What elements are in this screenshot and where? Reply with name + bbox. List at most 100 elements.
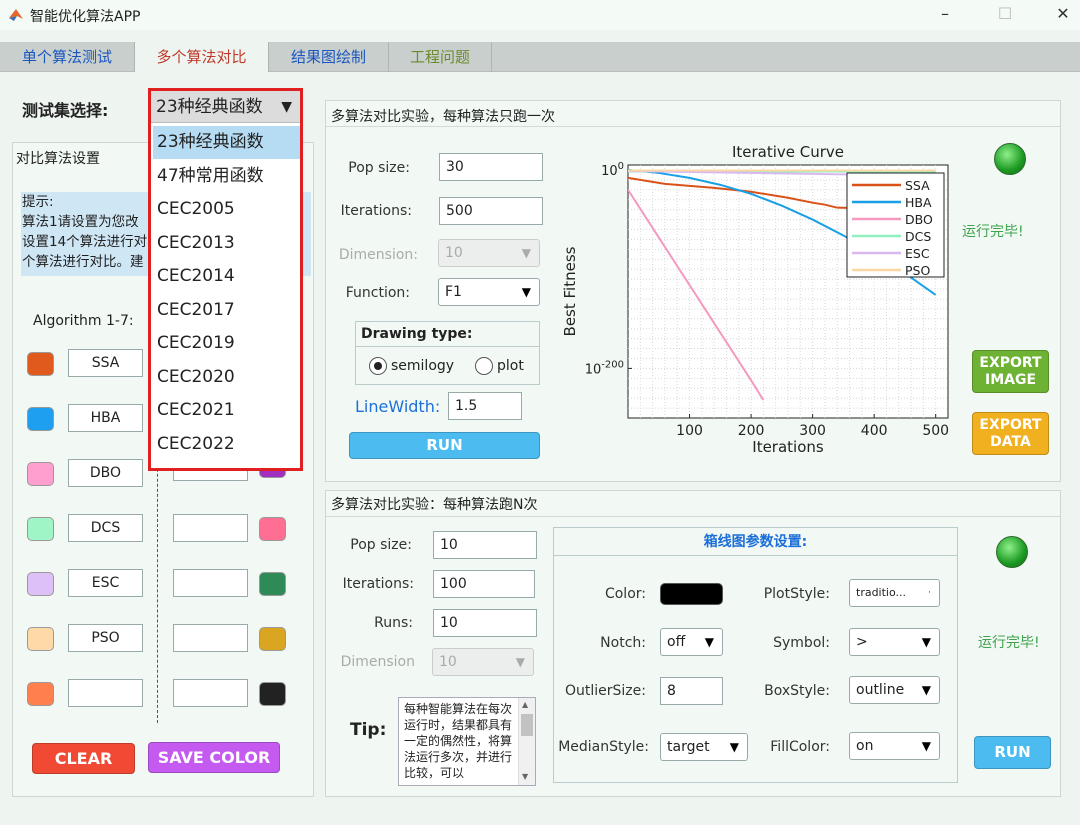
maximize-button[interactable]: ☐ <box>994 4 1016 24</box>
testset-option[interactable]: CEC2013 <box>153 227 300 260</box>
tab-multi-algorithm[interactable]: 多个算法对比 <box>135 42 269 72</box>
outlier-size-label: OutlierSize: <box>565 683 646 699</box>
testset-option[interactable]: CEC2020 <box>153 361 300 394</box>
algorithm-name-input[interactable]: DCS <box>68 514 143 542</box>
multi-dimension-select[interactable]: 10 ▼ <box>432 648 534 676</box>
multi-run-button[interactable]: RUN <box>974 736 1051 769</box>
x-tick-label: 300 <box>799 423 826 439</box>
plot-radio[interactable] <box>475 357 493 375</box>
scroll-down-icon[interactable]: ▼ <box>522 772 528 781</box>
fill-color-select[interactable]: on ▼ <box>849 732 940 760</box>
x-tick-label: 500 <box>922 423 949 439</box>
testset-dropdown[interactable]: 23种经典函数 ▼ 23种经典函数 47种常用函数 CEC2005 CEC2013 CEC… <box>148 88 303 471</box>
chevron-down-icon: ▼ <box>729 740 739 754</box>
algorithm-name-input[interactable] <box>68 679 143 707</box>
dimension-select[interactable]: 10 ▼ <box>438 239 540 267</box>
notch-select[interactable]: off ▼ <box>660 628 723 656</box>
scroll-thumb[interactable] <box>521 714 533 736</box>
testset-label: 测试集选择: <box>22 101 109 120</box>
single-status-lamp-icon <box>994 143 1026 175</box>
function-label: Function: <box>345 285 410 301</box>
testset-option[interactable]: CEC2021 <box>153 394 300 427</box>
single-run-title: 多算法对比实验，每种算法只跑一次 <box>331 109 555 125</box>
algorithm-name-input[interactable]: SSA <box>68 349 143 377</box>
algorithm-color-swatch[interactable] <box>27 407 54 431</box>
tab-engineering[interactable]: 工程问题 <box>389 42 492 72</box>
clear-button[interactable]: CLEAR <box>32 743 135 774</box>
linewidth-input[interactable]: 1.5 <box>448 392 522 420</box>
y-tick-label: 10-200 <box>585 359 624 377</box>
algorithm-color-swatch[interactable] <box>27 572 54 596</box>
algorithm-color-swatch[interactable] <box>259 627 286 651</box>
legend-label-ssa: SSA <box>905 178 930 193</box>
iterations-input[interactable]: 500 <box>439 197 543 225</box>
multi-iterations-label: Iterations: <box>342 576 414 592</box>
title-bar: 智能优化算法APP – ☐ ✕ <box>0 0 1080 30</box>
testset-option[interactable]: CEC2022 <box>153 428 300 461</box>
color-picker[interactable] <box>660 583 723 605</box>
save-color-button[interactable]: SAVE COLOR <box>148 742 280 773</box>
tip-textarea[interactable]: 每种智能算法在每次运行时，结果都具有一定的偶然性，将算法运行多次，并进行比较，可… <box>398 697 536 786</box>
multi-iterations-input[interactable]: 100 <box>433 570 535 598</box>
algorithm-color-swatch[interactable] <box>27 627 54 651</box>
algorithm-color-swatch[interactable] <box>27 352 54 376</box>
algorithm-name-input[interactable] <box>173 624 248 652</box>
median-style-label: MedianStyle: <box>558 739 649 755</box>
x-tick-label: 200 <box>738 423 765 439</box>
chevron-down-icon: ▼ <box>521 285 531 299</box>
semilogy-label: semilogy <box>391 358 455 374</box>
function-select[interactable]: F1 ▼ <box>438 278 540 306</box>
x-tick-label: 400 <box>861 423 888 439</box>
algorithm-color-swatch[interactable] <box>259 517 286 541</box>
single-run-button[interactable]: RUN <box>349 432 540 459</box>
outlier-size-input[interactable]: 8 <box>660 677 723 705</box>
pop-size-input[interactable]: 30 <box>439 153 543 181</box>
testset-option[interactable]: 47种常用函数 <box>153 160 300 193</box>
algorithm-color-swatch[interactable] <box>27 462 54 486</box>
export-image-button[interactable]: EXPORT IMAGE <box>972 350 1049 393</box>
plotstyle-value: traditio... <box>856 586 907 599</box>
median-style-value: target <box>667 739 710 755</box>
multi-pop-size-input[interactable]: 10 <box>433 531 537 559</box>
testset-option[interactable]: CEC2017 <box>153 294 300 327</box>
close-button[interactable]: ✕ <box>1052 4 1074 24</box>
algorithm-name-input[interactable] <box>173 514 248 542</box>
runs-input[interactable]: 10 <box>433 609 537 637</box>
algorithm-name-input[interactable] <box>173 569 248 597</box>
median-style-select[interactable]: target ▼ <box>660 733 748 761</box>
drawing-type-title: Drawing type: <box>361 326 473 342</box>
algorithm-name-input[interactable]: ESC <box>68 569 143 597</box>
y-tick-label: 100 <box>601 161 624 179</box>
algorithm-name-input[interactable]: DBO <box>68 459 143 487</box>
testset-option[interactable]: CEC2019 <box>153 327 300 360</box>
tab-result-plot[interactable]: 结果图绘制 <box>269 42 389 72</box>
multi-dimension-label: Dimension <box>340 654 415 670</box>
plotstyle-select[interactable]: traditio... · <box>849 579 940 607</box>
multi-status-lamp-icon <box>996 536 1028 568</box>
testset-option[interactable]: CEC2014 <box>153 260 300 293</box>
iterative-curve-chart: 100 200 300 400 500 100 10-200 Iterative Curve I… <box>558 143 958 465</box>
export-data-button[interactable]: EXPORT DATA <box>972 412 1049 455</box>
algorithm-color-swatch[interactable] <box>27 682 54 706</box>
color-label: Color: <box>604 586 646 602</box>
symbol-select[interactable]: > ▼ <box>849 628 940 656</box>
minimize-button[interactable]: – <box>934 4 956 24</box>
algorithm-color-swatch[interactable] <box>259 682 286 706</box>
algorithm-name-input[interactable] <box>173 679 248 707</box>
algorithm-name-input[interactable]: PSO <box>68 624 143 652</box>
scroll-up-icon[interactable]: ▲ <box>522 700 528 709</box>
algorithm-name-input[interactable]: HBA <box>68 404 143 432</box>
semilogy-radio[interactable] <box>369 357 387 375</box>
testset-option[interactable]: CEC2005 <box>153 193 300 226</box>
testset-option[interactable]: 23种经典函数 <box>153 126 300 159</box>
symbol-label: Symbol: <box>773 635 830 651</box>
dimension-value: 10 <box>445 245 463 261</box>
algorithm-color-swatch[interactable] <box>27 517 54 541</box>
boxstyle-select[interactable]: outline ▼ <box>849 676 940 704</box>
tab-single-algorithm[interactable]: 单个算法测试 <box>0 42 135 72</box>
tip-scrollbar[interactable]: ▲ ▼ <box>518 698 535 785</box>
testset-select[interactable]: 23种经典函数 ▼ <box>151 91 300 123</box>
algorithm-color-swatch[interactable] <box>259 572 286 596</box>
algorithm-settings-title: 对比算法设置 <box>16 151 100 167</box>
tip-label: Tip: <box>350 720 387 740</box>
